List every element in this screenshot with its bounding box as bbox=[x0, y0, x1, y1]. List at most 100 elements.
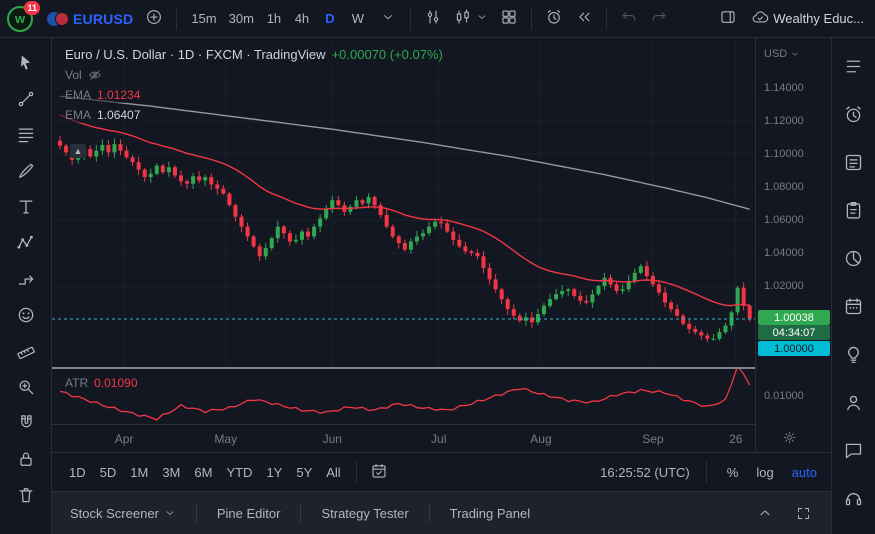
range-5y-button[interactable]: 5Y bbox=[289, 461, 319, 484]
emoji-tool[interactable] bbox=[8, 298, 44, 331]
trend-line-tool[interactable] bbox=[8, 82, 44, 115]
time-tick-apr: Apr bbox=[115, 432, 134, 446]
text-tool[interactable] bbox=[8, 190, 44, 223]
data-window-icon[interactable] bbox=[838, 194, 870, 226]
forecasting-tool[interactable] bbox=[8, 262, 44, 295]
chart-area: Euro / U.S. Dollar · 1D · FXCM · Trading… bbox=[52, 38, 831, 452]
lock-drawings-tool[interactable] bbox=[8, 442, 44, 475]
pane-collapse-button[interactable]: ▲ bbox=[70, 144, 86, 158]
alerts-icon[interactable] bbox=[838, 98, 870, 130]
people-icon[interactable] bbox=[838, 386, 870, 418]
timeframe-w[interactable]: W bbox=[344, 5, 372, 33]
atr-value: 0.01090 bbox=[94, 376, 137, 390]
save-layout-button[interactable] bbox=[714, 5, 742, 33]
range-3m-button[interactable]: 3M bbox=[155, 461, 187, 484]
help-icon[interactable] bbox=[838, 482, 870, 514]
timeframe-1h[interactable]: 1h bbox=[260, 5, 288, 33]
tradingview-app: w 11 EURUSD 15m30m1h4hDW Wealthy Educ... bbox=[0, 0, 875, 534]
range-6m-button[interactable]: 6M bbox=[187, 461, 219, 484]
calendar-icon[interactable] bbox=[838, 290, 870, 322]
panel-collapse-button[interactable] bbox=[753, 501, 777, 525]
replay-button[interactable] bbox=[570, 5, 598, 33]
indicators-button[interactable] bbox=[419, 5, 447, 33]
ema-fast-label: EMA bbox=[65, 88, 91, 102]
atr-pane[interactable] bbox=[52, 369, 755, 424]
layout-grid-button[interactable] bbox=[495, 5, 523, 33]
chart-type-icon bbox=[454, 8, 472, 29]
tab-pine-editor[interactable]: Pine Editor bbox=[197, 492, 301, 534]
axis-settings-gear-icon[interactable] bbox=[782, 430, 797, 445]
ema-slow-legend-row[interactable]: EMA 1.06407 bbox=[60, 107, 145, 123]
xabcd-pattern-tool[interactable] bbox=[8, 226, 44, 259]
brush-tool[interactable] bbox=[8, 154, 44, 187]
replay-icon bbox=[575, 8, 593, 29]
person-icon bbox=[843, 392, 864, 413]
timeframe-30m[interactable]: 30m bbox=[223, 5, 260, 33]
cloud-account-button[interactable]: Wealthy Educ... bbox=[746, 5, 869, 33]
volume-legend-row[interactable]: Vol bbox=[60, 67, 107, 83]
range-all-button[interactable]: All bbox=[319, 461, 347, 484]
atr-legend-row[interactable]: ATR 0.01090 bbox=[60, 375, 143, 391]
price-tick-label: 1.10000 bbox=[764, 148, 804, 160]
utc-clock[interactable]: 16:25:52 (UTC) bbox=[600, 465, 690, 480]
price-axis[interactable]: USD 1.140001.120001.100001.080001.060001… bbox=[755, 38, 831, 452]
main-chart-pane[interactable]: Euro / U.S. Dollar · 1D · FXCM · Trading… bbox=[52, 38, 755, 367]
bar-countdown-badge: 04:34:07 bbox=[758, 325, 830, 340]
go-to-date-button[interactable] bbox=[365, 458, 393, 486]
undo-button[interactable] bbox=[615, 5, 643, 33]
legend-title-row[interactable]: Euro / U.S. Dollar · 1D · FXCM · Trading… bbox=[60, 46, 448, 63]
cursor-tool[interactable] bbox=[8, 46, 44, 79]
timeframe-15m[interactable]: 15m bbox=[185, 5, 222, 33]
hotlists-icon[interactable] bbox=[838, 242, 870, 274]
redo-button[interactable] bbox=[645, 5, 673, 33]
timeframe-d[interactable]: D bbox=[316, 5, 344, 33]
range-1y-button[interactable]: 1Y bbox=[259, 461, 289, 484]
auto-scale-button[interactable]: auto bbox=[788, 463, 821, 482]
calendar-icon bbox=[843, 296, 864, 317]
ema-slow-label: EMA bbox=[65, 108, 91, 122]
range-1d-button[interactable]: 1D bbox=[62, 461, 93, 484]
alert-button[interactable] bbox=[540, 5, 568, 33]
percent-scale-button[interactable]: % bbox=[723, 463, 743, 482]
last-price-badge: 1.00038 bbox=[758, 310, 830, 325]
undo-icon bbox=[620, 8, 638, 29]
magnet-tool[interactable] bbox=[8, 406, 44, 439]
tab-strategy-tester[interactable]: Strategy Tester bbox=[301, 492, 428, 534]
fib-retracement-tool[interactable] bbox=[8, 118, 44, 151]
timeframe-4h[interactable]: 4h bbox=[288, 5, 316, 33]
toolbar-separator bbox=[176, 8, 177, 30]
eurusd-flag-icon bbox=[47, 10, 69, 28]
timeframe-dropdown-button[interactable] bbox=[374, 5, 402, 33]
toolbar-separator bbox=[606, 8, 607, 30]
range-5d-button[interactable]: 5D bbox=[93, 461, 124, 484]
app-logo[interactable]: w 11 bbox=[6, 4, 36, 34]
time-tick-jul: Jul bbox=[431, 432, 446, 446]
bottom-panel-right bbox=[753, 501, 815, 525]
eye-slash-icon[interactable] bbox=[88, 68, 102, 82]
time-axis[interactable]: AprMayJunJulAugSep26 bbox=[52, 424, 755, 452]
datawin-icon bbox=[843, 200, 864, 221]
chat-icon[interactable] bbox=[838, 434, 870, 466]
tab-trading-panel[interactable]: Trading Panel bbox=[430, 492, 550, 534]
axis-currency-selector[interactable]: USD bbox=[764, 48, 800, 60]
tab-stock-screener[interactable]: Stock Screener bbox=[68, 492, 196, 534]
ideas-icon[interactable] bbox=[838, 338, 870, 370]
watchlist-icon[interactable] bbox=[838, 50, 870, 82]
text-icon bbox=[16, 197, 36, 217]
chart-type-button[interactable] bbox=[449, 5, 493, 33]
panel-maximize-button[interactable] bbox=[791, 501, 815, 525]
go-to-date-icon bbox=[370, 462, 388, 483]
news-icon[interactable] bbox=[838, 146, 870, 178]
chart-legend: Euro / U.S. Dollar · 1D · FXCM · Trading… bbox=[60, 46, 448, 123]
log-scale-button[interactable]: log bbox=[752, 463, 777, 482]
range-ytd-button[interactable]: YTD bbox=[219, 461, 259, 484]
level-price-badge: 1.00000 bbox=[758, 341, 830, 356]
remove-drawings-tool[interactable] bbox=[8, 478, 44, 511]
measure-tool[interactable] bbox=[8, 334, 44, 367]
xabcd-icon bbox=[16, 233, 36, 253]
zoom-in-tool[interactable] bbox=[8, 370, 44, 403]
range-1m-button[interactable]: 1M bbox=[123, 461, 155, 484]
add-symbol-button[interactable] bbox=[140, 5, 168, 33]
symbol-button[interactable]: EURUSD bbox=[42, 5, 138, 33]
ema-fast-legend-row[interactable]: EMA 1.01234 bbox=[60, 87, 145, 103]
